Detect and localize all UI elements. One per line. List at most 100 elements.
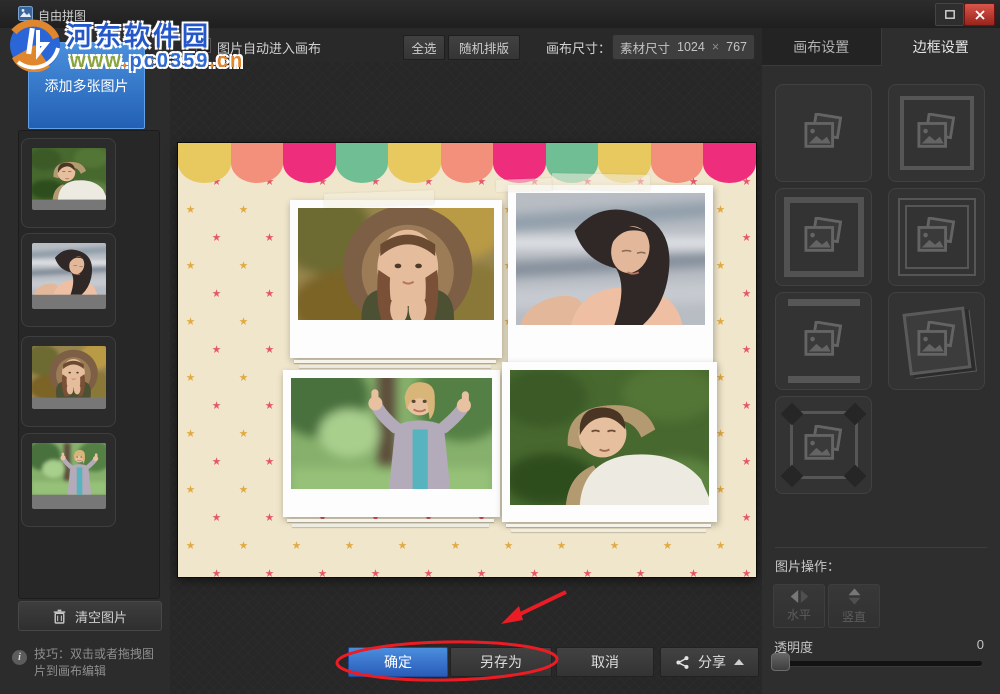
tab-border-settings[interactable]: 边框设置 [882,28,1000,66]
save-as-label: 另存为 [480,652,522,672]
thumbnail-boy-lying-on-grass[interactable] [21,138,116,228]
tab-canvas-settings[interactable]: 画布设置 [762,28,882,66]
settings-panel: 画布设置 边框设置 [762,28,1000,694]
photo-frame-icon [801,321,847,361]
thumbnail-photo [32,443,106,509]
woman-with-fur-hood-photo [298,208,494,320]
flip-vertical-icon [848,588,861,605]
photo-frame [298,208,494,320]
canvas-width-value[interactable]: 1024 [677,40,705,54]
app-window: 自由拼图 添加多张图片 [0,0,1000,694]
frame-style-top-bottom-bars[interactable] [775,292,872,390]
tape-decoration [496,178,552,192]
scallop [441,143,494,183]
ok-label: 确定 [384,652,412,672]
cancel-button[interactable]: 取消 [556,647,654,677]
girl-looking-down-photo [516,193,705,325]
ok-button[interactable]: 确定 [348,647,448,677]
window-title: 自由拼图 [38,7,86,24]
random-layout-button[interactable]: 随机排版 [448,35,520,60]
scallop [336,143,389,183]
polaroid-girl-looking-down[interactable] [508,185,713,367]
frame-style-corner-brackets[interactable] [775,396,872,494]
opacity-slider-track[interactable] [774,661,982,666]
photo-frame-icon [914,217,960,257]
thumbnail-woman-with-fur-hood[interactable] [21,336,116,427]
workspace: 确定 另存为 取消 分享 [170,62,762,694]
photo-frame-icon [801,425,847,465]
frame-style-stacked-photo[interactable] [888,292,985,390]
polaroid-woman-with-fur-hood[interactable] [290,200,502,358]
polaroid-stack-edge [287,519,494,522]
scallop [283,143,336,183]
share-button[interactable]: 分享 [660,647,759,677]
auto-enter-checkbox[interactable] [196,38,211,53]
bunting-decoration [178,143,756,183]
save-as-button[interactable]: 另存为 [450,647,552,677]
size-preset-label: 素材尺寸 [620,38,670,57]
canvas-size-select[interactable]: 素材尺寸 1024 × 767 [612,34,755,60]
divider [775,547,987,548]
clear-images-button[interactable]: 清空图片 [18,601,162,631]
polaroid-stack-edge [294,360,496,363]
boy-lying-on-grass-photo [510,370,709,505]
close-button[interactable] [964,3,995,26]
opacity-slider-thumb[interactable] [771,653,790,671]
boy-lying-on-grass-photo [32,148,106,200]
canvas-toolbar: 图片自动进入画布 全选 随机排版 画布尺寸： 素材尺寸 1024 × 767 [170,28,762,63]
flip-horizontal-label: 水平 [787,606,811,623]
tape-decoration [552,173,650,191]
maximize-icon [945,10,955,19]
polaroid-stack-edge [511,529,706,532]
random-layout-label: 随机排版 [459,38,509,57]
multiply-sign: × [712,40,719,54]
scallop [703,143,756,183]
polaroid-girl-thumbs-up[interactable] [283,370,500,517]
scallop [178,143,231,183]
girl-looking-down-photo [32,243,106,295]
select-all-button[interactable]: 全选 [403,35,445,60]
frame-style-thick-border[interactable] [775,188,872,286]
tape-decoration [324,190,434,208]
frame-style-thin-border[interactable] [888,84,985,182]
girl-thumbs-up-photo [291,378,492,489]
collage-canvas[interactable] [178,143,756,577]
app-icon [18,6,33,21]
photo-frame-icon [914,113,960,153]
share-icon [675,655,690,670]
title-bar: 自由拼图 [0,0,1000,29]
thumbnail-girl-looking-down[interactable] [21,233,116,327]
caret-up-icon [734,659,744,665]
scallop [231,143,284,183]
flip-horizontal-icon [790,590,809,603]
scallop [388,143,441,183]
close-icon [975,10,985,20]
scallop [493,143,546,183]
maximize-button[interactable] [935,3,964,26]
photo-frame-icon [914,321,960,361]
cancel-label: 取消 [591,652,619,672]
tab-canvas-settings-label: 画布设置 [793,39,849,55]
canvas-height-value[interactable]: 767 [726,40,747,54]
canvas-size-label: 画布尺寸： [546,38,611,57]
trash-icon [53,609,66,624]
flip-horizontal-button[interactable]: 水平 [773,584,825,628]
frame-style-double-border[interactable] [888,188,985,286]
flip-vertical-label: 竖直 [842,608,866,625]
frame-style-plain[interactable] [775,84,872,182]
clear-images-label: 清空图片 [75,607,127,626]
image-ops-label: 图片操作： [775,556,840,575]
share-label: 分享 [698,652,726,672]
photo-frame [291,378,492,489]
photo-frame-icon [801,217,847,257]
thumbnail-photo [32,243,106,309]
flip-vertical-button[interactable]: 竖直 [828,584,880,628]
thumbnail-photo [32,346,106,409]
girl-thumbs-up-photo [32,443,106,495]
polaroid-stack-edge [299,365,491,368]
thumbnail-girl-thumbs-up[interactable] [21,433,116,527]
polaroid-boy-lying-on-grass[interactable] [502,362,717,522]
add-images-button[interactable]: 添加多张图片 [28,42,145,129]
tab-border-settings-label: 边框设置 [913,39,969,55]
tip-text: 技巧：双击或者拖拽图片到画布编辑 [34,646,162,680]
